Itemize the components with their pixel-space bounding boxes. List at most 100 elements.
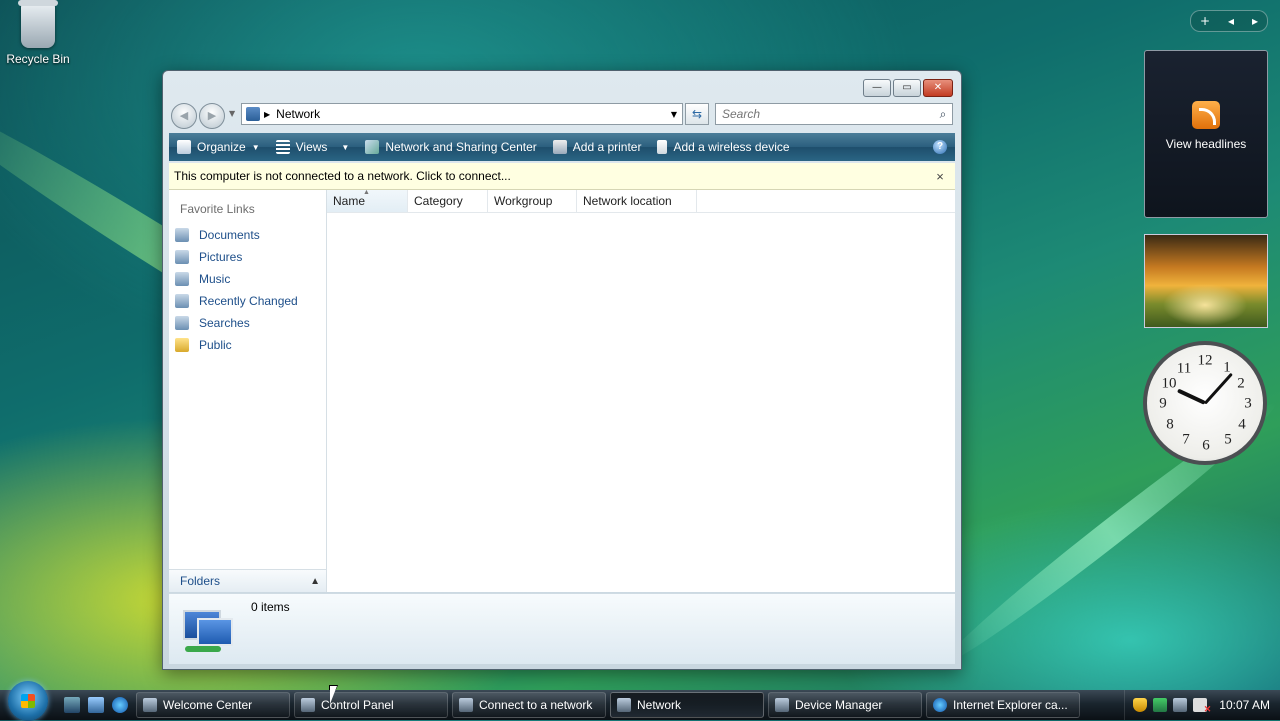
searches-icon — [175, 316, 189, 330]
connect-network-icon — [459, 698, 473, 712]
volume-muted-icon[interactable] — [1193, 698, 1211, 715]
organize-button[interactable]: Organize ▼ — [169, 133, 268, 161]
folders-toggle[interactable]: Folders ▲ — [169, 569, 326, 592]
views-button[interactable]: Views ▼ — [268, 133, 358, 161]
chevron-up-icon: ▲ — [310, 575, 320, 587]
column-header-category[interactable]: Category — [408, 190, 488, 212]
task-device-manager[interactable]: Device Manager — [768, 692, 922, 718]
clock-gadget[interactable]: 12 1 2 3 4 5 6 7 8 9 10 11 — [1143, 341, 1267, 465]
column-header-workgroup[interactable]: Workgroup — [488, 190, 577, 212]
notification-area: 10:07 AM — [1124, 690, 1280, 720]
maximize-button[interactable]: ▭ — [893, 79, 921, 97]
favorite-link-label: Music — [199, 272, 231, 286]
task-connect-to-network[interactable]: Connect to a network — [452, 692, 606, 718]
feed-headlines-label[interactable]: View headlines — [1145, 137, 1267, 151]
info-bar-message[interactable]: This computer is not connected to a netw… — [169, 169, 925, 183]
close-button[interactable]: ✕ — [923, 79, 953, 97]
recent-pages-dropdown-icon[interactable]: ▼ — [229, 109, 235, 118]
chevron-down-icon: ▼ — [341, 142, 350, 152]
address-bar-row: ◀ ▶ ▼ ▶ Network ▼ ⇆ ⌕ — [171, 103, 953, 129]
sidebar-controls: + ◂ ▸ — [1190, 10, 1268, 32]
add-printer-button[interactable]: Add a printer — [545, 133, 650, 161]
add-gadget-icon[interactable]: + — [1200, 14, 1210, 28]
pictures-icon — [175, 250, 189, 264]
column-header-label: Workgroup — [494, 194, 553, 208]
organize-label: Organize — [197, 140, 246, 154]
task-network[interactable]: Network — [610, 692, 764, 718]
task-control-panel[interactable]: Control Panel — [294, 692, 448, 718]
next-icon[interactable]: ▸ — [1252, 14, 1258, 28]
search-box[interactable]: ⌕ — [715, 103, 953, 125]
internet-explorer-icon — [933, 698, 947, 712]
info-bar-close-icon[interactable]: × — [925, 169, 955, 184]
recycle-bin-icon[interactable]: Recycle Bin — [6, 0, 70, 66]
favorite-link-documents[interactable]: Documents — [175, 224, 298, 246]
control-panel-icon — [301, 698, 315, 712]
taskbar-clock[interactable]: 10:07 AM — [1219, 698, 1270, 712]
feed-headlines-gadget[interactable]: View headlines — [1144, 50, 1268, 218]
back-button[interactable]: ◀ — [171, 103, 197, 129]
favorite-link-label: Public — [199, 338, 232, 352]
clock-number: 11 — [1176, 360, 1192, 377]
organize-icon — [177, 140, 191, 154]
previous-icon[interactable]: ◂ — [1228, 14, 1234, 28]
task-label: Network — [637, 698, 682, 712]
network-sharing-label: Network and Sharing Center — [385, 140, 537, 154]
network-sharing-center-button[interactable]: Network and Sharing Center — [357, 133, 544, 161]
column-header-network-location[interactable]: Network location — [577, 190, 697, 212]
security-center-icon[interactable] — [1153, 698, 1168, 712]
task-label: Welcome Center — [163, 698, 253, 712]
breadcrumb-arrow-icon[interactable]: ▶ — [264, 110, 270, 119]
favorite-link-music[interactable]: Music — [175, 268, 298, 290]
music-icon — [175, 272, 189, 286]
network-explorer-window: — ▭ ✕ ◀ ▶ ▼ ▶ Network ▼ ⇆ ⌕ Organize ▼ V… — [162, 70, 962, 670]
start-button[interactable] — [8, 681, 48, 721]
favorite-links-list: Documents Pictures Music Recently Change… — [175, 224, 298, 356]
show-desktop-icon[interactable] — [64, 697, 80, 713]
network-computers-icon — [175, 604, 235, 660]
task-welcome-center[interactable]: Welcome Center — [136, 692, 290, 718]
address-bar[interactable]: ▶ Network ▼ — [241, 103, 683, 125]
search-input[interactable] — [720, 106, 934, 122]
column-header-name[interactable]: ▲ Name — [327, 189, 408, 212]
favorite-link-recently-changed[interactable]: Recently Changed — [175, 290, 298, 312]
network-status-icon[interactable] — [1173, 698, 1188, 712]
clock-number: 12 — [1197, 352, 1213, 369]
clock-number: 10 — [1161, 375, 1177, 392]
security-shield-icon[interactable] — [1133, 698, 1148, 712]
info-bar[interactable]: This computer is not connected to a netw… — [169, 163, 955, 190]
favorite-link-pictures[interactable]: Pictures — [175, 246, 298, 268]
device-manager-icon — [775, 698, 789, 712]
help-icon[interactable]: ? — [933, 140, 947, 154]
refresh-button[interactable]: ⇆ — [685, 103, 709, 125]
taskbar: Welcome Center Control Panel Connect to … — [0, 681, 1280, 721]
favorite-link-label: Recently Changed — [199, 294, 298, 308]
clock-number: 7 — [1182, 431, 1190, 448]
task-internet-explorer[interactable]: Internet Explorer ca... — [926, 692, 1080, 718]
window-controls: — ▭ ✕ — [863, 79, 953, 97]
favorite-link-searches[interactable]: Searches — [175, 312, 298, 334]
forward-button[interactable]: ▶ — [199, 103, 225, 129]
minimize-button[interactable]: — — [863, 79, 891, 97]
sort-ascending-icon: ▲ — [363, 189, 370, 196]
chevron-down-icon: ▼ — [251, 142, 260, 152]
folders-label: Folders — [180, 574, 221, 588]
add-wireless-device-button[interactable]: Add a wireless device — [649, 133, 797, 161]
favorite-links-title: Favorite Links — [180, 202, 255, 216]
search-icon[interactable]: ⌕ — [934, 107, 952, 122]
add-wireless-label: Add a wireless device — [673, 140, 790, 154]
slideshow-gadget[interactable] — [1144, 234, 1268, 328]
address-location[interactable]: Network — [276, 107, 666, 121]
internet-explorer-icon[interactable] — [112, 697, 128, 713]
switch-windows-icon[interactable] — [88, 697, 104, 713]
favorite-link-label: Searches — [199, 316, 250, 330]
file-list-pane[interactable]: ▲ Name Category Workgroup Network locati… — [327, 189, 955, 592]
clock-number: 4 — [1238, 416, 1246, 433]
quick-launch — [64, 697, 128, 713]
network-sharing-icon — [365, 140, 380, 154]
column-header-label: Name — [333, 194, 366, 208]
clock-number: 8 — [1166, 416, 1174, 433]
add-printer-label: Add a printer — [572, 140, 642, 154]
favorite-link-public[interactable]: Public — [175, 334, 298, 356]
address-dropdown-icon[interactable]: ▼ — [666, 110, 682, 119]
